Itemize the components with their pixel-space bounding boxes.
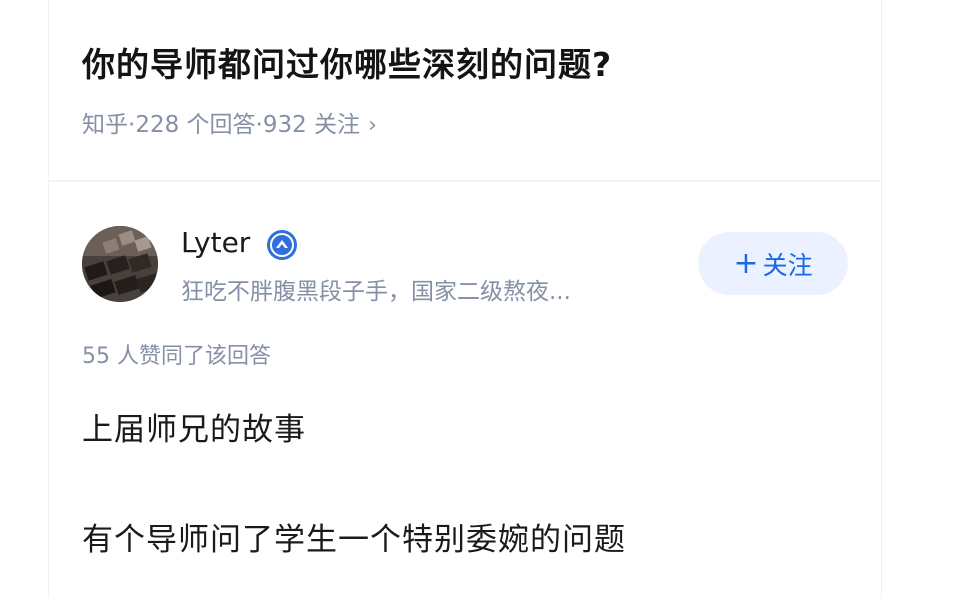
answer-paragraph: 有个导师问了学生一个特别委婉的问题 xyxy=(82,522,626,558)
follow-button-label: 关注 xyxy=(762,250,813,280)
answer-count: 228 个回答 xyxy=(135,112,256,138)
question-meta[interactable]: 知乎 · 228 个回答 · 932 关注 › xyxy=(82,105,377,139)
follow-button[interactable]: + 关注 xyxy=(698,232,848,295)
vote-count: 55 人赞同了该回答 xyxy=(82,344,271,369)
answer-paragraph: 上届师兄的故事 xyxy=(82,412,306,448)
avatar[interactable] xyxy=(82,226,158,302)
author-bio: 狂吃不胖腹黑段子手，国家二级熬夜... xyxy=(181,279,571,305)
plus-icon: + xyxy=(733,245,759,281)
section-divider xyxy=(48,180,880,182)
question-title[interactable]: 你的导师都问过你哪些深刻的问题? xyxy=(82,38,612,86)
verified-badge-icon xyxy=(266,229,298,261)
meta-separator: · xyxy=(255,112,263,138)
avatar-image xyxy=(82,226,158,302)
follower-count: 932 关注 xyxy=(262,112,361,138)
source-label: 知乎 xyxy=(82,112,128,138)
meta-separator: · xyxy=(128,112,136,138)
chevron-right-icon: › xyxy=(368,113,377,138)
author-name[interactable]: Lyter xyxy=(181,226,250,259)
